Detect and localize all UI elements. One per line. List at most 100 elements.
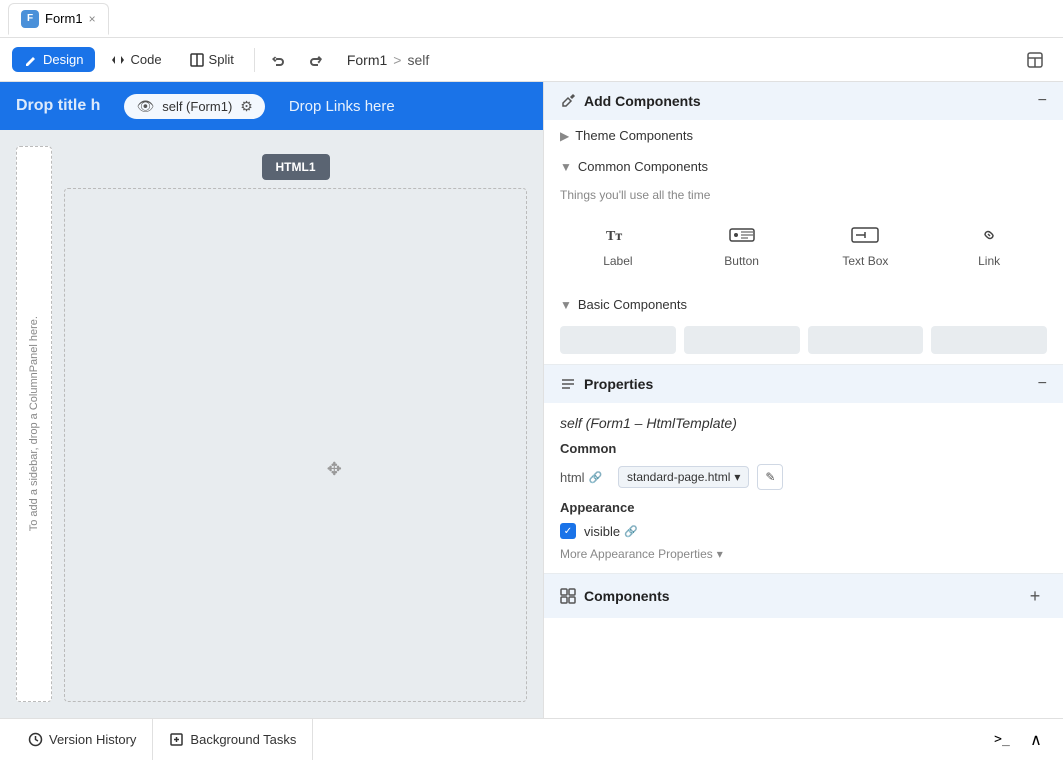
redo-button[interactable] — [299, 44, 331, 76]
label-component[interactable]: Tт Label — [560, 212, 676, 277]
add-components-section: Add Components − ▶ Theme Components ▼ Co… — [544, 82, 1063, 365]
html-edit-button[interactable]: ✎ — [757, 464, 783, 490]
up-icon: ∧ — [1030, 730, 1042, 750]
basic-components-header[interactable]: ▼ Basic Components — [544, 289, 1063, 320]
drop-title: Drop title h — [0, 97, 116, 115]
split-button[interactable]: Split — [178, 47, 246, 72]
terminal-button[interactable]: >_ — [987, 725, 1017, 755]
appearance-section: Appearance ✓ visible 🔗 More Appearance P… — [560, 500, 1047, 561]
link-component-label: Link — [978, 254, 1000, 268]
theme-components-header[interactable]: ▶ Theme Components — [544, 120, 1063, 151]
add-component-button[interactable]: + — [1023, 584, 1047, 608]
breadcrumb-page: self — [407, 52, 429, 68]
canvas-area: Drop title h 👁 self (Form1) ⚙ Drop Links… — [0, 82, 543, 718]
basic-comp-4 — [931, 326, 1047, 354]
theme-chevron-right: ▶ — [560, 129, 569, 143]
undo-icon — [271, 52, 287, 68]
wrench-icon — [560, 93, 576, 109]
canvas-header: Drop title h 👁 self (Form1) ⚙ Drop Links… — [0, 82, 543, 130]
background-tasks-label: Background Tasks — [190, 732, 296, 747]
sidebar-panel-text: To add a sidebar, drop a ColumnPanel her… — [27, 316, 41, 531]
layout-icon — [1026, 51, 1044, 69]
visible-row: ✓ visible 🔗 — [560, 523, 1047, 539]
components-grid: Tт Label Button — [560, 212, 1047, 277]
drop-links: Drop Links here — [273, 98, 411, 115]
form1-icon: F — [21, 10, 39, 28]
version-history-label: Version History — [49, 732, 136, 747]
add-components-collapse[interactable]: − — [1038, 92, 1047, 110]
breadcrumb-form[interactable]: Form1 — [347, 52, 387, 68]
common-components-header[interactable]: ▼ Common Components — [544, 151, 1063, 182]
add-components-header[interactable]: Add Components − — [544, 82, 1063, 120]
visible-link-icon: 🔗 — [624, 525, 638, 538]
design-icon — [24, 53, 38, 67]
main-area: Drop title h 👁 self (Form1) ⚙ Drop Links… — [0, 82, 1063, 718]
html-prop-row: html 🔗 standard-page.html ▾ ✎ — [560, 464, 1047, 490]
button-component[interactable]: Button — [684, 212, 800, 277]
nav-pill[interactable]: 👁 self (Form1) ⚙ — [124, 94, 264, 119]
basic-comp-2 — [684, 326, 800, 354]
code-icon — [111, 53, 125, 67]
appearance-label: Appearance — [560, 500, 1047, 515]
move-icon: ✥ — [327, 459, 342, 480]
properties-collapse[interactable]: − — [1038, 375, 1047, 393]
properties-title: Properties — [560, 376, 653, 392]
breadcrumb: Form1 > self — [347, 52, 429, 68]
properties-icon — [560, 376, 576, 392]
common-props-label: Common — [560, 441, 1047, 456]
right-panel: Add Components − ▶ Theme Components ▼ Co… — [543, 82, 1063, 718]
html-badge[interactable]: HTML1 — [262, 154, 330, 180]
common-components-label: ▼ Common Components — [560, 159, 708, 174]
dropdown-chevron: ▾ — [734, 470, 740, 484]
breadcrumb-separator: > — [393, 52, 401, 68]
textbox-component[interactable]: Text Box — [808, 212, 924, 277]
bottom-bar: Version History Background Tasks >_ ∧ — [0, 718, 1063, 760]
toolbar-right — [1019, 44, 1051, 76]
svg-text:Tт: Tт — [606, 229, 622, 244]
common-chevron-down: ▼ — [560, 160, 572, 174]
link-icon — [969, 221, 1009, 249]
common-components-body: Things you'll use all the time Tт Label — [544, 182, 1063, 289]
bottom-right: >_ ∧ — [987, 725, 1051, 755]
tab-close-button[interactable]: × — [89, 12, 96, 26]
textbox-component-label: Text Box — [842, 254, 888, 268]
version-history-icon — [28, 732, 43, 747]
canvas-drop-zone[interactable]: ✥ — [64, 188, 527, 702]
layout-button[interactable] — [1019, 44, 1051, 76]
form1-tab[interactable]: F Form1 × — [8, 3, 109, 35]
redo-icon — [307, 52, 323, 68]
textbox-icon — [845, 221, 885, 249]
theme-components-label: ▶ Theme Components — [560, 128, 693, 143]
components-section-title: Components — [560, 588, 670, 604]
scroll-up-button[interactable]: ∧ — [1021, 725, 1051, 755]
code-button[interactable]: Code — [99, 47, 173, 72]
settings-icon: ⚙ — [240, 98, 253, 115]
terminal-icon: >_ — [994, 732, 1010, 747]
visible-checkbox[interactable]: ✓ — [560, 523, 576, 539]
link-component[interactable]: Link — [931, 212, 1047, 277]
add-components-title: Add Components — [560, 93, 701, 109]
eye-icon: 👁 — [136, 98, 154, 115]
more-appearance-button[interactable]: More Appearance Properties ▾ — [560, 547, 1047, 561]
button-component-label: Button — [724, 254, 759, 268]
properties-header[interactable]: Properties − — [544, 365, 1063, 403]
basic-chevron-down: ▼ — [560, 298, 572, 312]
split-icon — [190, 53, 204, 67]
properties-section: Properties − self (Form1 – HtmlTemplate)… — [544, 365, 1063, 574]
html-prop-key: html 🔗 — [560, 470, 610, 485]
basic-components-label: ▼ Basic Components — [560, 297, 687, 312]
canvas-content: To add a sidebar, drop a ColumnPanel her… — [0, 130, 543, 718]
html-link-icon: 🔗 — [589, 471, 603, 484]
components-section-header[interactable]: Components + — [544, 574, 1063, 618]
version-history-item[interactable]: Version History — [12, 719, 153, 760]
undo-button[interactable] — [263, 44, 295, 76]
basic-components-grid — [544, 320, 1063, 364]
design-button[interactable]: Design — [12, 47, 95, 72]
basic-comp-1 — [560, 326, 676, 354]
toolbar: Design Code Split Form1 > self — [0, 38, 1063, 82]
label-component-label: Label — [603, 254, 632, 268]
background-tasks-item[interactable]: Background Tasks — [153, 719, 313, 760]
common-hint: Things you'll use all the time — [560, 188, 1047, 202]
sidebar-panel: To add a sidebar, drop a ColumnPanel her… — [16, 146, 52, 702]
html-value-dropdown[interactable]: standard-page.html ▾ — [618, 466, 749, 488]
